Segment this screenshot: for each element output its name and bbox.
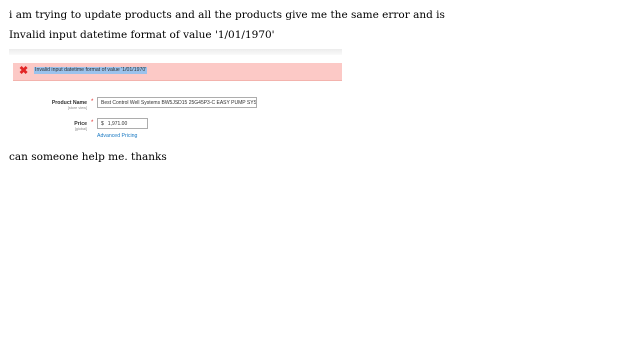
- price-value: 1,971.00: [107, 121, 128, 127]
- required-marker: *: [91, 99, 94, 105]
- error-message-text: Invalid input datetime format of value '…: [34, 67, 148, 74]
- price-scope: [global]: [74, 127, 87, 131]
- embedded-screenshot: ✖ Invalid input datetime format of value…: [9, 49, 342, 142]
- post-text-line-2: Invalid input datetime format of value '…: [9, 29, 275, 41]
- advanced-pricing-link[interactable]: Advanced Pricing: [97, 133, 137, 139]
- currency-symbol: $: [101, 121, 104, 127]
- price-input[interactable]: $1,971.00: [97, 118, 148, 129]
- post-text-line-3: can someone help me. thanks: [9, 151, 167, 163]
- screenshot-top-bar: [9, 49, 342, 55]
- product-name-scope: [store view]: [67, 106, 87, 110]
- error-message-bar: ✖ Invalid input datetime format of value…: [13, 63, 342, 81]
- product-name-input[interactable]: Best Control Well Systems BW5JSD15 25G45…: [97, 97, 257, 108]
- x-icon: ✖: [19, 65, 29, 77]
- required-marker: *: [91, 120, 94, 126]
- post-text-line-1: i am trying to update products and all t…: [9, 9, 445, 21]
